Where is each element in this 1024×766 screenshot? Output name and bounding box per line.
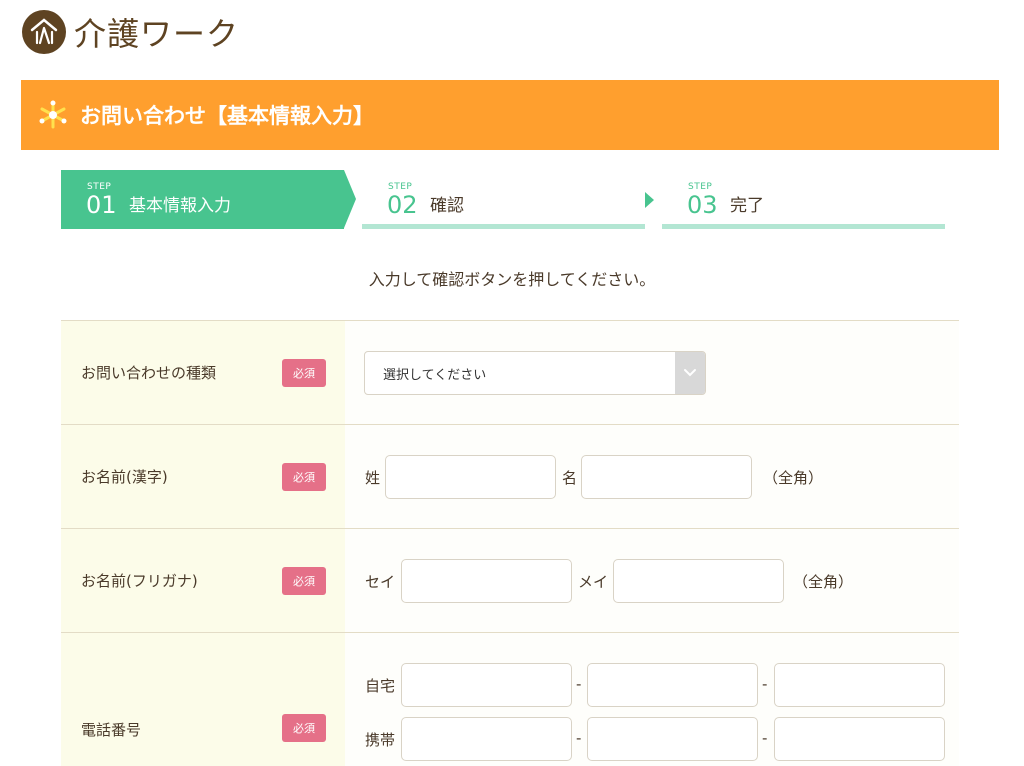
inquiry-type-selected-value: 選択してください <box>383 367 487 383</box>
step-02-arrow-icon <box>645 192 654 208</box>
name-kana-label: お名前(フリガナ) <box>81 572 198 590</box>
phone-separator: - <box>576 675 582 693</box>
fullwidth-note: （全角） <box>793 573 854 591</box>
form-label-cell: お名前(漢字) 必須 <box>61 425 345 528</box>
form-field-cell: 姓 名 （全角） <box>345 425 959 528</box>
asterisk-flower-icon <box>38 100 68 130</box>
form-row-inquiry-type: お問い合わせの種類 必須 選択してください <box>61 321 959 425</box>
step-02-label: 確認 <box>430 196 464 216</box>
required-badge: 必須 <box>282 714 326 742</box>
step-01-arrow-icon <box>344 170 356 228</box>
last-name-label: 姓 <box>365 469 381 487</box>
step-03: STEP 03 完了 <box>662 170 945 229</box>
step-01-active: STEP 01 基本情報入力 <box>61 170 344 229</box>
instruction-text: 入力して確認ボタンを押してください。 <box>368 270 656 289</box>
form-label-cell: お名前(フリガナ) 必須 <box>61 529 345 632</box>
page-header-banner: お問い合わせ【基本情報入力】 <box>21 80 999 150</box>
name-kanji-label: お名前(漢字) <box>81 468 168 486</box>
step-02-number: 02 <box>387 191 418 219</box>
phone-separator: - <box>762 675 768 693</box>
form-label-cell: 電話番号 必須 <box>61 633 345 766</box>
step-01-label: 基本情報入力 <box>129 196 231 216</box>
chevron-down-icon[interactable] <box>675 352 705 394</box>
first-name-label: 名 <box>562 469 578 487</box>
form-label-cell: お問い合わせの種類 必須 <box>61 321 345 424</box>
step-02: STEP 02 確認 <box>362 170 645 229</box>
last-name-kana-input[interactable] <box>401 559 572 603</box>
mobile-phone-label: 携帯 <box>365 731 396 749</box>
page-title: お問い合わせ【基本情報入力】 <box>80 104 374 128</box>
mobile-phone-part1-input[interactable] <box>401 717 572 761</box>
form-row-name-kanji: お名前(漢字) 必須 姓 名 （全角） <box>61 425 959 529</box>
home-phone-part3-input[interactable] <box>774 663 945 707</box>
inquiry-type-select[interactable]: 選択してください <box>364 351 706 395</box>
step-03-label: 完了 <box>730 196 764 216</box>
last-name-kana-label: セイ <box>365 573 396 591</box>
first-name-kanji-input[interactable] <box>581 455 752 499</box>
form-row-phone: 電話番号 必須 自宅 - - 携帯 - - <box>61 633 959 766</box>
mobile-phone-part3-input[interactable] <box>774 717 945 761</box>
step-03-number: 03 <box>687 191 718 219</box>
logo-house-icon <box>22 10 66 54</box>
last-name-kanji-input[interactable] <box>385 455 556 499</box>
inquiry-type-label: お問い合わせの種類 <box>81 364 217 382</box>
required-badge: 必須 <box>282 567 326 595</box>
first-name-kana-input[interactable] <box>613 559 784 603</box>
step-01-number: 01 <box>86 191 117 219</box>
phone-separator: - <box>762 729 768 747</box>
fullwidth-note: （全角） <box>763 469 824 487</box>
site-logo[interactable]: 介護ワーク <box>22 10 239 54</box>
phone-label: 電話番号 <box>81 721 142 739</box>
form-row-name-kana: お名前(フリガナ) 必須 セイ メイ （全角） <box>61 529 959 633</box>
first-name-kana-label: メイ <box>578 573 609 591</box>
logo-text: 介護ワーク <box>74 15 240 53</box>
required-badge: 必須 <box>282 359 326 387</box>
mobile-phone-part2-input[interactable] <box>587 717 758 761</box>
phone-separator: - <box>576 729 582 747</box>
form-field-cell: 選択してください <box>345 321 959 424</box>
home-phone-label: 自宅 <box>365 677 396 695</box>
contact-form: お問い合わせの種類 必須 選択してください お名前(漢字) 必須 姓 名 （全角… <box>61 320 959 766</box>
form-field-cell: セイ メイ （全角） <box>345 529 959 632</box>
home-phone-part1-input[interactable] <box>401 663 572 707</box>
required-badge: 必須 <box>282 463 326 491</box>
form-field-cell: 自宅 - - 携帯 - - <box>345 633 959 766</box>
home-phone-part2-input[interactable] <box>587 663 758 707</box>
